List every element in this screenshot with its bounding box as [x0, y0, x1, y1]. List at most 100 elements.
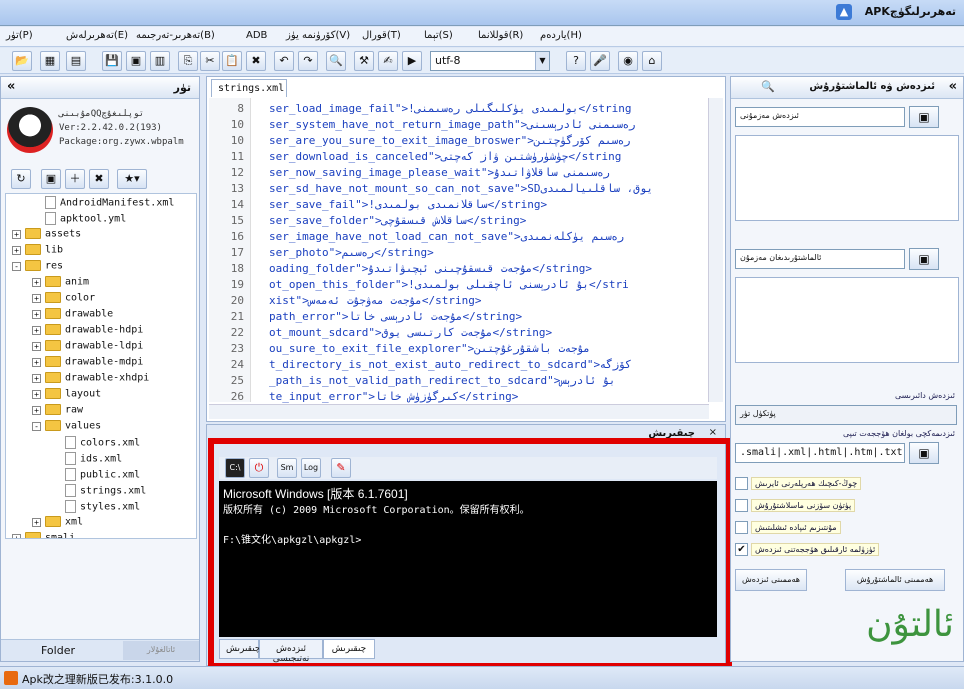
- smali-icon[interactable]: Sm: [277, 458, 297, 478]
- code-line[interactable]: ser_download_is_canceled">چۈشۈرۈشتىن ۋاز…: [269, 150, 705, 163]
- tree-folder[interactable]: + smali: [12, 532, 75, 538]
- encoding-select[interactable]: utf-8 ▼: [430, 51, 550, 71]
- expand-icon[interactable]: -: [32, 421, 41, 431]
- delete-icon[interactable]: ✖: [246, 51, 266, 71]
- close-icon[interactable]: ×: [709, 427, 717, 438]
- code-line[interactable]: ser_image_have_not_load_can_not_save">رە…: [269, 230, 705, 243]
- expand-icon[interactable]: +: [32, 357, 41, 367]
- open-icon[interactable]: 📂: [12, 51, 32, 71]
- code-line[interactable]: path_error">مۇجەت ئادرېسى خاتا</string>: [269, 310, 705, 323]
- expand-icon[interactable]: +: [32, 405, 41, 415]
- find-icon[interactable]: 🔍: [326, 51, 346, 71]
- checkbox-whole-word[interactable]: [735, 499, 748, 512]
- find-options-button[interactable]: ▣: [909, 106, 939, 128]
- tab-search-results[interactable]: ئىزدەش نەتىجىسى: [259, 639, 323, 664]
- code-line[interactable]: ot_open_this_folder">!بۇ ئادرېسنى ئاچقىل…: [269, 278, 705, 291]
- tree-folder[interactable]: + drawable-xhdpi: [32, 372, 149, 388]
- code-line[interactable]: ser_save_folder">ساقلاش قىسقۇچى</string>: [269, 214, 705, 227]
- tree-folder[interactable]: + drawable-mdpi: [32, 356, 143, 372]
- tree-folder[interactable]: - res: [12, 260, 63, 276]
- remove-icon[interactable]: ✖: [89, 169, 109, 189]
- expand-icon[interactable]: +: [32, 309, 41, 319]
- power-icon[interactable]: ⏻: [249, 458, 269, 478]
- mic-icon[interactable]: 🎤: [590, 51, 610, 71]
- scope-select[interactable]: پۈتكۈل تۈر: [735, 405, 957, 425]
- expand-icon[interactable]: +: [12, 229, 21, 239]
- expand-icon[interactable]: +: [32, 293, 41, 303]
- redo-icon[interactable]: ↷: [298, 51, 318, 71]
- tree-folder[interactable]: + raw: [32, 404, 83, 420]
- expand-icon[interactable]: +: [32, 277, 41, 287]
- tree-file[interactable]: strings.xml: [52, 484, 146, 500]
- tree-folder[interactable]: + color: [32, 292, 95, 308]
- view-icon[interactable]: ▣: [41, 169, 61, 189]
- console-output[interactable]: Microsoft Windows [版本 6.1.7601] 版权所有 (c)…: [219, 481, 717, 637]
- code-line[interactable]: ser_system_have_not_return_image_path">ر…: [269, 118, 705, 131]
- code-line[interactable]: ser_now_saving_image_please_wait">رەسىمن…: [269, 166, 705, 179]
- code-line[interactable]: te_input_error">كىرگۈزۈش خاتا</string>: [269, 390, 705, 403]
- save-icon[interactable]: 💾: [102, 51, 122, 71]
- code-line[interactable]: ser_load_image_fail">!بولمىدى يۈكلىگىلى …: [269, 102, 705, 115]
- tab-folder[interactable]: Folder: [41, 644, 75, 657]
- grid-icon[interactable]: ▤: [66, 51, 86, 71]
- expand-icon[interactable]: +: [32, 341, 41, 351]
- tree-folder[interactable]: + layout: [32, 388, 101, 404]
- cmd-icon[interactable]: C:\: [225, 458, 245, 478]
- menu-item-1[interactable]: تەھرىرلەش(E): [66, 30, 128, 41]
- horizontal-scrollbar[interactable]: [209, 404, 709, 419]
- code-line[interactable]: xist">مۇجەت مەۋجۇت ئەمەس</string>: [269, 294, 705, 307]
- code-line[interactable]: t_directory_is_not_exist_auto_redirect_t…: [269, 358, 705, 371]
- copy-icon[interactable]: ⎘: [178, 51, 198, 71]
- expand-icon[interactable]: +: [32, 325, 41, 335]
- install-icon[interactable]: ▶: [402, 51, 422, 71]
- help-icon[interactable]: ?: [566, 51, 586, 71]
- code-line[interactable]: ser_sd_have_not_mount_so_can_not_save">S…: [269, 182, 705, 195]
- menu-item-2[interactable]: تەھرىر-تەرجىمە(B): [136, 30, 215, 41]
- tab-terms[interactable]: ئاتالغۇلار: [123, 641, 199, 660]
- expand-icon[interactable]: +: [32, 373, 41, 383]
- expand-icon[interactable]: +: [12, 533, 21, 538]
- collapse-icon[interactable]: «: [7, 79, 15, 94]
- checkbox-search-files[interactable]: ✔: [735, 543, 748, 556]
- tree-file[interactable]: styles.xml: [52, 500, 140, 516]
- expand-icon[interactable]: +: [12, 245, 21, 255]
- clear-icon[interactable]: ✎: [331, 458, 351, 478]
- menu-item-5[interactable]: قورال(T): [362, 30, 401, 41]
- refresh-icon[interactable]: ↻: [11, 169, 31, 189]
- tree-folder[interactable]: + drawable-ldpi: [32, 340, 143, 356]
- expand-icon[interactable]: +: [32, 389, 41, 399]
- cut-icon[interactable]: ✂: [200, 51, 220, 71]
- tree-folder[interactable]: + drawable: [32, 308, 113, 324]
- collapse-icon[interactable]: «: [949, 79, 957, 94]
- tree-file[interactable]: public.xml: [52, 468, 140, 484]
- expand-icon[interactable]: -: [12, 261, 21, 271]
- code-line[interactable]: oading_folder">مۇجەت قىسقۇچىنى ئېچىۋاتىد…: [269, 262, 705, 275]
- code-line[interactable]: ser_are_you_sure_to_exit_image_broswer">…: [269, 134, 705, 147]
- expand-icon[interactable]: +: [32, 517, 41, 527]
- replace-input[interactable]: ئالماشتۇرىدىغان مەزمۇن: [735, 249, 905, 269]
- log-icon[interactable]: Log: [301, 458, 321, 478]
- favorite-icon[interactable]: ★▾: [117, 169, 147, 189]
- tree-file[interactable]: apktool.yml: [32, 212, 126, 228]
- tab-strings-xml[interactable]: strings.xml: [211, 79, 287, 97]
- tab-output-b[interactable]: چىقىرىش: [323, 639, 375, 659]
- code-line[interactable]: _path_is_not_valid_path_redirect_to_sdca…: [269, 374, 705, 387]
- code-line[interactable]: ser_save_fail">!ساقلانمىدى بولمىدى</stri…: [269, 198, 705, 211]
- chevron-down-icon[interactable]: ▼: [535, 52, 549, 70]
- types-button[interactable]: ▣: [909, 442, 939, 464]
- menu-item-3[interactable]: ADB: [246, 30, 267, 41]
- menu-item-0[interactable]: تۈر(P): [6, 30, 33, 41]
- vertical-scrollbar[interactable]: [708, 98, 723, 402]
- tree-folder[interactable]: + anim: [32, 276, 89, 292]
- menu-item-7[interactable]: قوللانما(R): [478, 30, 523, 41]
- menu-item-4[interactable]: كۆرۈنمە يۈز(V): [286, 30, 350, 41]
- types-input[interactable]: .smali|.xml|.html|.htm|.txt: [735, 443, 905, 463]
- save-all-icon[interactable]: ▣: [126, 51, 146, 71]
- tab-output-a[interactable]: چىقىرىش: [219, 639, 261, 659]
- paste-icon[interactable]: 📋: [222, 51, 242, 71]
- replace-options-button[interactable]: ▣: [909, 248, 939, 270]
- undo-icon[interactable]: ↶: [274, 51, 294, 71]
- tree-folder[interactable]: + lib: [12, 244, 63, 260]
- export-icon[interactable]: ▥: [150, 51, 170, 71]
- file-tree[interactable]: AndroidManifest.xml apktool.yml + assets + li…: [5, 193, 197, 539]
